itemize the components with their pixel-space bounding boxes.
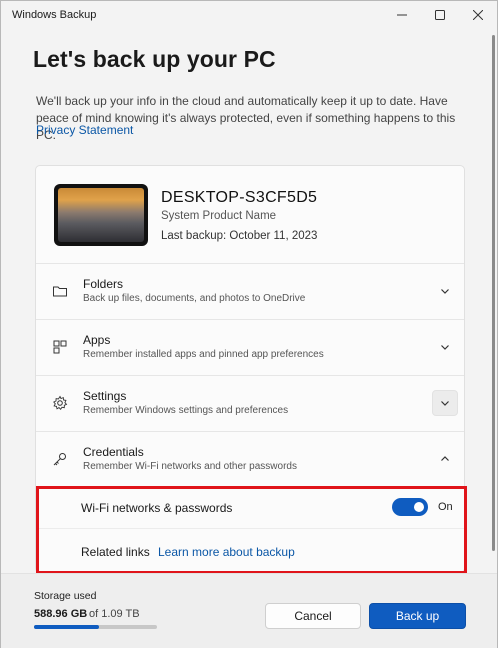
device-name: DESKTOP-S3CF5D5: [161, 189, 318, 206]
related-links-label: Related links: [81, 545, 150, 559]
section-description: Remember installed apps and pinned app p…: [83, 349, 324, 360]
minimize-button[interactable]: [383, 1, 421, 29]
window-title: Windows Backup: [12, 9, 97, 21]
key-icon: [52, 451, 68, 467]
footer: Storage used 588.96 GB of 1.09 TB Cancel…: [1, 573, 497, 648]
section-credentials[interactable]: Credentials Remember Wi-Fi networks and …: [36, 432, 464, 488]
privacy-statement-link[interactable]: Privacy Statement: [36, 123, 133, 137]
close-icon: [473, 10, 483, 20]
storage-label: Storage used: [34, 590, 97, 602]
storage-total-value: of 1.09 TB: [89, 608, 140, 620]
storage-used-value: 588.96 GB: [34, 608, 88, 620]
backup-window: Windows Backup Let's back up your PC We'…: [0, 0, 498, 648]
gear-icon: [52, 395, 68, 411]
chevron-down-icon: [441, 345, 449, 350]
expand-folders-button[interactable]: [432, 278, 458, 304]
folder-icon: [52, 283, 68, 299]
section-title: Settings: [83, 389, 127, 403]
divider: [36, 528, 464, 529]
wifi-passwords-label: Wi-Fi networks & passwords: [81, 501, 233, 515]
section-title: Credentials: [83, 445, 144, 459]
storage-progress-fill: [34, 625, 100, 629]
back-up-button[interactable]: Back up: [369, 603, 466, 629]
expand-settings-button[interactable]: [432, 390, 458, 416]
section-description: Remember Windows settings and preference…: [83, 405, 289, 416]
last-backup: Last backup: October 11, 2023: [161, 230, 318, 242]
wifi-passwords-toggle[interactable]: [392, 498, 428, 516]
collapse-credentials-button[interactable]: [432, 446, 458, 472]
chevron-down-icon: [441, 289, 449, 294]
storage-progress-bar: [34, 625, 157, 629]
close-button[interactable]: [459, 1, 497, 29]
expand-apps-button[interactable]: [432, 334, 458, 360]
section-title: Folders: [83, 277, 124, 291]
minimize-icon: [397, 14, 407, 16]
section-folders[interactable]: Folders Back up files, documents, and ph…: [36, 264, 464, 320]
apps-icon: [52, 339, 68, 355]
chevron-down-icon: [441, 401, 449, 406]
learn-more-link[interactable]: Learn more about backup: [158, 545, 295, 559]
credentials-details: Wi-Fi networks & passwords On Related li…: [36, 488, 464, 572]
chevron-up-icon: [441, 456, 449, 461]
maximize-icon: [435, 10, 445, 20]
cancel-button[interactable]: Cancel: [265, 603, 361, 629]
title-bar: Windows Backup: [1, 1, 497, 29]
section-apps[interactable]: Apps Remember installed apps and pinned …: [36, 320, 464, 376]
page-title: Let's back up your PC: [33, 46, 276, 72]
toggle-state-label: On: [438, 501, 453, 513]
scrollbar[interactable]: [492, 35, 495, 551]
section-description: Back up files, documents, and photos to …: [83, 293, 306, 304]
section-settings[interactable]: Settings Remember Windows settings and p…: [36, 376, 464, 432]
device-thumbnail: [54, 184, 148, 246]
section-title: Apps: [83, 333, 111, 347]
section-description: Remember Wi-Fi networks and other passwo…: [83, 461, 297, 472]
device-model: System Product Name: [161, 210, 277, 222]
maximize-button[interactable]: [421, 1, 459, 29]
backup-card: DESKTOP-S3CF5D5 System Product Name Last…: [35, 165, 465, 573]
device-summary: DESKTOP-S3CF5D5 System Product Name Last…: [36, 166, 464, 264]
